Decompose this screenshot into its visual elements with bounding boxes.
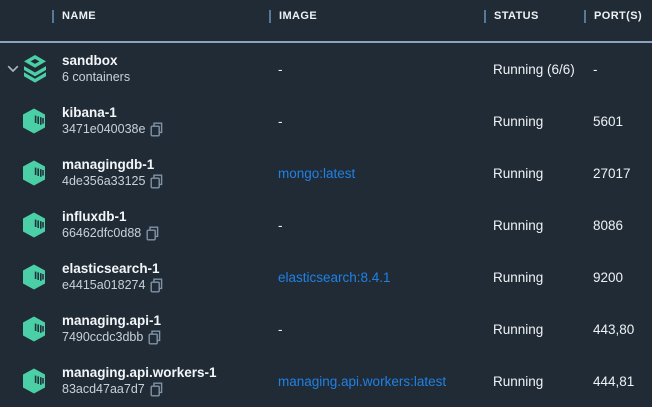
column-header-image[interactable]: IMAGE: [269, 0, 317, 32]
image-value: -: [278, 114, 283, 129]
copy-icon[interactable]: [148, 330, 161, 345]
container-name: managing.api-1: [62, 312, 161, 329]
container-id: 83acd47aa7d7: [62, 381, 145, 398]
ports-value: 27017: [593, 166, 631, 181]
container-name: elasticsearch-1: [62, 260, 163, 277]
container-name: influxdb-1: [62, 208, 159, 225]
ports-value: 9200: [593, 270, 623, 285]
column-separator: [484, 10, 486, 23]
column-label: NAME: [62, 10, 96, 22]
stack-name: sandbox: [62, 52, 130, 69]
image-value: -: [278, 322, 283, 337]
compose-stack-icon: [23, 55, 47, 84]
image-value: -: [278, 218, 283, 233]
column-label: STATUS: [494, 10, 539, 22]
compose-stack-row[interactable]: sandbox 6 containers - Running (6/6) -: [0, 43, 652, 95]
status-value: Running: [493, 114, 543, 129]
status-value: Running: [493, 322, 543, 337]
ports-value: 5601: [593, 114, 623, 129]
name-cell: kibana-1 3471e040038e: [0, 95, 278, 147]
status-value: Running (6/6): [493, 62, 575, 77]
status-value: Running: [493, 218, 543, 233]
ports-value: 444,81: [593, 374, 634, 389]
container-row[interactable]: elasticsearch-1 e4415a018274 elasticsear…: [0, 251, 652, 303]
container-icon: [22, 368, 46, 394]
column-label: PORT(S): [594, 10, 642, 22]
column-header-name[interactable]: NAME: [52, 0, 96, 32]
name-cell: managing.api-1 7490ccdc3dbb: [0, 303, 278, 355]
chevron-down-icon[interactable]: [7, 65, 19, 73]
container-name: kibana-1: [62, 104, 163, 121]
column-separator: [52, 10, 54, 23]
container-name: managingdb-1: [62, 156, 163, 173]
copy-icon[interactable]: [146, 226, 159, 241]
name-cell: managing.api.workers-1 83acd47aa7d7: [0, 355, 278, 407]
column-separator: [584, 10, 586, 23]
containers-table: NAME IMAGE STATUS PORT(S): [0, 0, 652, 405]
container-icon: [22, 108, 46, 134]
name-cell: influxdb-1 66462dfc0d88: [0, 199, 278, 251]
name-cell: elasticsearch-1 e4415a018274: [0, 251, 278, 303]
column-label: IMAGE: [279, 10, 317, 22]
container-name: managing.api.workers-1: [62, 364, 217, 381]
container-row[interactable]: kibana-1 3471e040038e - Running 5601: [0, 95, 652, 147]
image-link[interactable]: elasticsearch:8.4.1: [278, 270, 391, 285]
ports-value: 8086: [593, 218, 623, 233]
copy-icon[interactable]: [150, 174, 163, 189]
container-id: 7490ccdc3dbb: [62, 329, 143, 346]
container-row[interactable]: managing.api.workers-1 83acd47aa7d7 mana…: [0, 355, 652, 407]
status-value: Running: [493, 270, 543, 285]
image-link[interactable]: mongo:latest: [278, 166, 355, 181]
image-value: -: [278, 62, 283, 77]
image-link[interactable]: managing.api.workers:latest: [278, 374, 446, 389]
ports-value: 443,80: [593, 322, 634, 337]
name-cell: sandbox 6 containers: [0, 43, 278, 95]
container-id: 4de356a33125: [62, 173, 145, 190]
table-header: NAME IMAGE STATUS PORT(S): [0, 0, 652, 43]
container-icon: [22, 160, 46, 186]
container-icon: [22, 212, 46, 238]
container-icon: [22, 264, 46, 290]
container-icon: [22, 316, 46, 342]
container-row[interactable]: influxdb-1 66462dfc0d88 - Running 8086: [0, 199, 652, 251]
stack-container-count: 6 containers: [62, 69, 130, 86]
container-row[interactable]: managing.api-1 7490ccdc3dbb - Running 44…: [0, 303, 652, 355]
ports-value: -: [593, 62, 598, 77]
container-id: 3471e040038e: [62, 121, 145, 138]
copy-icon[interactable]: [150, 382, 163, 397]
column-header-status[interactable]: STATUS: [484, 0, 539, 32]
copy-icon[interactable]: [150, 278, 163, 293]
container-id: e4415a018274: [62, 277, 145, 294]
status-value: Running: [493, 374, 543, 389]
container-id: 66462dfc0d88: [62, 225, 141, 242]
status-value: Running: [493, 166, 543, 181]
column-separator: [269, 10, 271, 23]
name-cell: managingdb-1 4de356a33125: [0, 147, 278, 199]
container-row[interactable]: managingdb-1 4de356a33125 mongo:latest R…: [0, 147, 652, 199]
copy-icon[interactable]: [150, 122, 163, 137]
column-header-ports[interactable]: PORT(S): [584, 0, 642, 32]
